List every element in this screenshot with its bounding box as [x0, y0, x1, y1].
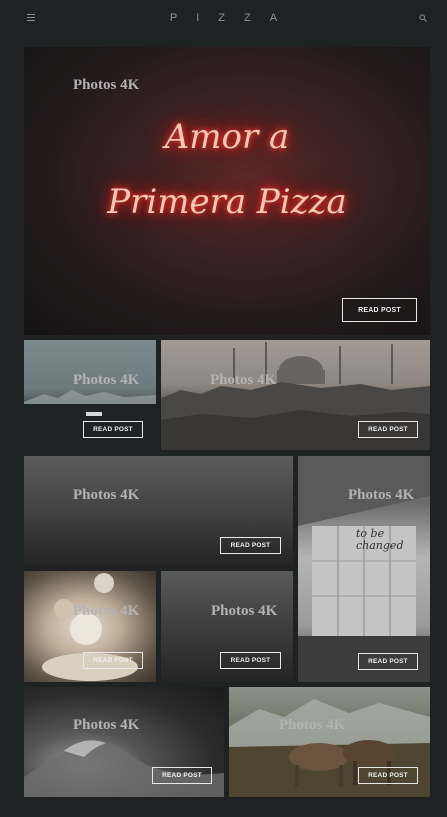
post-title: Photos 4K — [348, 487, 415, 503]
post-card[interactable]: Photos 4K READ POST — [24, 687, 224, 797]
search-icon[interactable] — [419, 14, 427, 22]
read-post-button[interactable]: READ POST — [358, 421, 418, 438]
graffiti-text: to be changed — [356, 527, 404, 552]
top-bar: PIZZA — [0, 0, 447, 38]
post-card[interactable]: Photos 4K READ POST — [161, 340, 430, 450]
post-card[interactable]: Photos 4K READ POST — [24, 340, 156, 450]
post-title: Photos 4K — [73, 372, 140, 388]
neon-sign-line-1: Amor a — [164, 117, 290, 157]
post-card[interactable]: Photos 4K READ POST — [229, 687, 430, 797]
post-title: Photos 4K — [279, 717, 346, 733]
post-title: Photos 4K — [211, 603, 278, 619]
read-post-button[interactable]: READ POST — [220, 537, 281, 554]
read-post-button[interactable]: READ POST — [83, 652, 143, 669]
read-post-button[interactable]: READ POST — [83, 421, 143, 438]
site-brand[interactable]: PIZZA — [0, 12, 447, 24]
read-post-button[interactable]: READ POST — [358, 767, 418, 784]
post-card[interactable]: Photos 4K READ POST — [161, 571, 293, 682]
post-title: Photos 4K — [73, 717, 140, 733]
post-title: Photos 4K — [73, 487, 140, 503]
post-card[interactable]: Photos 4K READ POST — [24, 456, 293, 566]
read-post-button[interactable]: READ POST — [342, 298, 417, 322]
post-title: Photos 4K — [73, 77, 140, 93]
post-card-hero[interactable]: Amor a Primera Pizza Photos 4K READ POST — [24, 47, 430, 335]
neon-sign-line-2: Primera Pizza — [107, 182, 347, 222]
post-title: Photos 4K — [210, 372, 277, 388]
post-card[interactable]: Photos 4K READ POST — [24, 571, 156, 682]
read-post-button[interactable]: READ POST — [220, 652, 281, 669]
read-post-button[interactable]: READ POST — [152, 767, 212, 784]
read-post-button[interactable]: READ POST — [358, 653, 418, 670]
post-card[interactable]: to be changed Photos 4K READ POST — [298, 456, 430, 682]
post-title: Photos 4K — [73, 603, 140, 619]
